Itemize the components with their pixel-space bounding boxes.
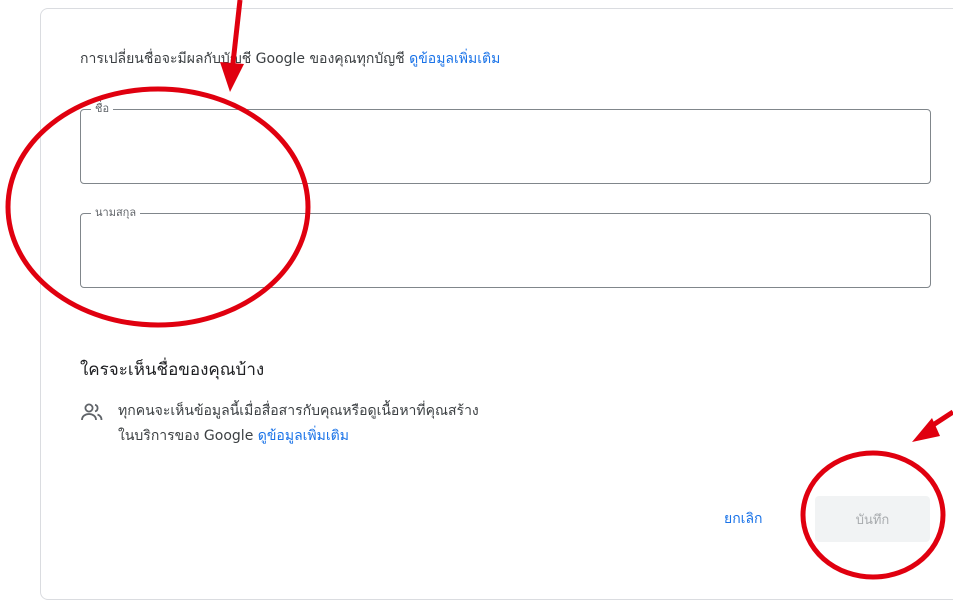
visibility-line-2: ในบริการของ Google ดูข้อมูลเพิ่มเติม — [118, 424, 479, 449]
people-icon — [81, 403, 103, 421]
visibility-line-2-text: ในบริการของ Google — [118, 428, 254, 444]
name-change-notice: การเปลี่ยนชื่อจะมีผลกับบัญชี Google ของค… — [80, 48, 500, 70]
notice-text: การเปลี่ยนชื่อจะมีผลกับบัญชี Google ของค… — [80, 51, 405, 67]
visibility-learn-more-link[interactable]: ดูข้อมูลเพิ่มเติม — [258, 428, 349, 444]
visibility-description: ทุกคนจะเห็นข้อมูลนี้เมื่อสื่อสารกับคุณหร… — [118, 399, 479, 449]
visibility-section-title: ใครจะเห็นชื่อของคุณบ้าง — [80, 360, 265, 380]
first-name-field[interactable]: ชื่อ — [80, 101, 931, 184]
cancel-button[interactable]: ยกเลิก — [724, 508, 763, 530]
visibility-line-1: ทุกคนจะเห็นข้อมูลนี้เมื่อสื่อสารกับคุณหร… — [118, 403, 479, 419]
last-name-field[interactable]: นามสกุล — [80, 205, 931, 288]
last-name-input[interactable] — [81, 214, 930, 287]
save-button[interactable]: บันทึก — [815, 496, 930, 542]
learn-more-link[interactable]: ดูข้อมูลเพิ่มเติม — [409, 51, 500, 67]
first-name-input[interactable] — [81, 110, 930, 183]
